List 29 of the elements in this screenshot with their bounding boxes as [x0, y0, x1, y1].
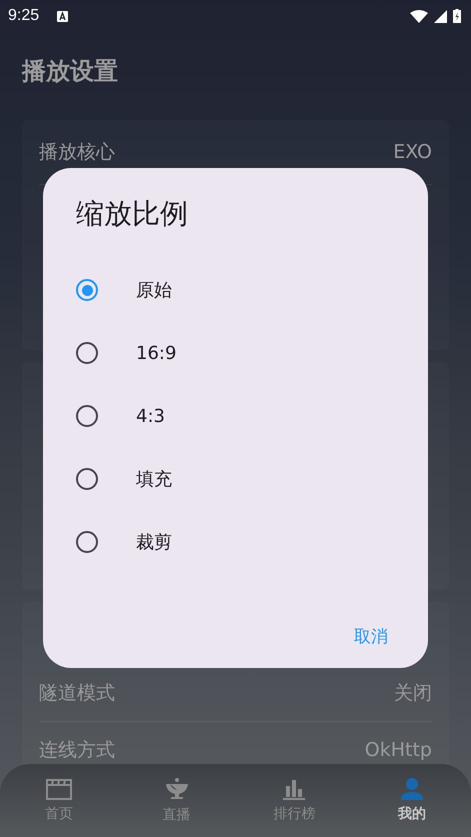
radio-option[interactable]: 原始	[76, 269, 404, 311]
radio-option[interactable]: 4:3	[76, 395, 404, 437]
radio-button[interactable]	[76, 405, 98, 427]
radio-option[interactable]: 裁剪	[76, 521, 404, 563]
radio-option[interactable]: 填充	[76, 458, 404, 500]
clapperboard-icon	[46, 778, 72, 800]
setting-label[interactable]: 隧道模式	[39, 680, 115, 706]
person-icon	[400, 778, 424, 800]
notification-icon	[57, 10, 68, 22]
setting-label[interactable]: 播放核心	[39, 139, 115, 165]
page-title: 播放设置	[20, 56, 119, 87]
cancel-button[interactable]: 取消	[338, 617, 404, 656]
setting-value: OkHttp	[364, 739, 432, 761]
setting-value: 关闭	[394, 681, 432, 706]
radio-button[interactable]	[76, 342, 98, 364]
radio-button[interactable]	[76, 468, 98, 490]
wifi-icon	[410, 10, 428, 22]
dialog-title: 缩放比例	[76, 196, 189, 232]
nav-tab[interactable]: 我的	[353, 764, 471, 837]
bar-chart-icon	[282, 778, 306, 800]
satellite-dish-icon	[164, 777, 190, 801]
setting-value: EXO	[393, 141, 432, 163]
radio-button[interactable]	[76, 279, 98, 301]
status-time: 9:25	[8, 7, 40, 25]
radio-option[interactable]: 16:9	[76, 332, 404, 374]
battery-icon	[453, 9, 461, 23]
radio-button[interactable]	[76, 531, 98, 553]
setting-label[interactable]: 连线方式	[39, 737, 115, 763]
signal-icon	[434, 10, 447, 22]
